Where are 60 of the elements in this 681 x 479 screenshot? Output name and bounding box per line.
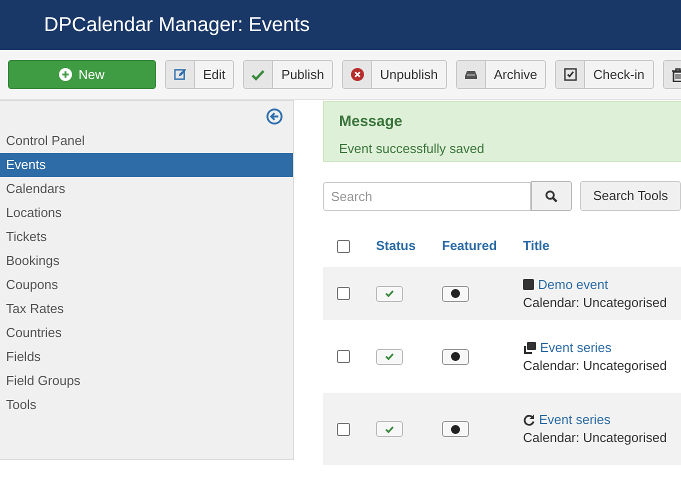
sidebar-item[interactable]: Tax Rates	[0, 297, 293, 321]
sidebar-item[interactable]: Coupons	[0, 273, 293, 297]
sidebar-item[interactable]: Calendars	[0, 177, 293, 201]
plus-circle-icon	[59, 68, 72, 81]
sidebar-item[interactable]: Locations	[0, 201, 293, 225]
event-title-link[interactable]: Event series	[540, 338, 612, 356]
unpublish-button[interactable]: Unpublish	[342, 60, 447, 89]
column-header[interactable]: Title	[523, 238, 550, 253]
featured-toggle[interactable]	[442, 421, 469, 437]
sidebar-item[interactable]: Tools	[0, 393, 293, 417]
new-button[interactable]: New	[8, 60, 156, 89]
dot-icon	[451, 352, 460, 361]
search-button[interactable]	[530, 181, 572, 211]
check-in-button[interactable]: Check-in	[555, 60, 654, 89]
edit-icon	[174, 68, 186, 81]
published-toggle[interactable]	[376, 348, 403, 364]
row-checkbox[interactable]	[337, 287, 350, 300]
row-checkbox[interactable]	[337, 422, 350, 436]
search-tools-button[interactable]: Search Tools	[580, 181, 681, 211]
published-toggle[interactable]	[376, 421, 403, 437]
column-header[interactable]: Featured	[442, 238, 497, 253]
dot-icon	[451, 289, 460, 298]
tray-icon	[464, 70, 478, 80]
checkbox-icon	[564, 68, 577, 81]
sidebar-item[interactable]: Field Groups	[0, 369, 293, 393]
featured-toggle[interactable]	[442, 286, 469, 302]
published-toggle[interactable]	[376, 286, 403, 302]
publish-button[interactable]: Publish	[243, 60, 334, 89]
message-heading: Message	[339, 112, 404, 132]
page-title: DPCalendar Manager: Events	[44, 13, 310, 38]
check-icon	[385, 353, 394, 360]
sidebar-item[interactable]: Fields	[0, 345, 293, 369]
stacked-squares-icon	[523, 342, 536, 354]
calendar-label: Calendar: Uncategorised	[523, 294, 667, 312]
select-all-checkbox[interactable]	[337, 240, 350, 252]
sidebar-item[interactable]: Control Panel	[0, 129, 293, 153]
event-title-link[interactable]: Event series	[539, 411, 611, 429]
message-text: Event successfully saved	[339, 140, 486, 158]
search-field[interactable]: Search	[323, 182, 531, 210]
featured-toggle[interactable]	[442, 348, 469, 364]
check-icon	[385, 426, 394, 432]
archive-button[interactable]: Archive	[456, 60, 546, 89]
search-icon	[544, 190, 558, 202]
dot-icon	[451, 424, 460, 434]
row-checkbox[interactable]	[337, 350, 350, 363]
edit-button[interactable]: Edit	[165, 60, 234, 89]
trash-icon	[672, 68, 681, 82]
refresh-icon	[523, 414, 535, 426]
calendar-label: Calendar: Uncategorised	[523, 429, 667, 447]
column-header[interactable]: Status	[376, 238, 416, 253]
sidebar-item[interactable]: Bookings	[0, 249, 293, 273]
square-icon	[523, 279, 534, 290]
calendar-label: Calendar: Uncategorised	[523, 356, 667, 374]
event-title-link[interactable]: Demo event	[538, 276, 608, 294]
close-circle-icon	[350, 68, 364, 81]
check-icon	[385, 290, 394, 297]
check-icon	[251, 68, 266, 80]
sidebar-item[interactable]: Events	[0, 153, 293, 177]
sidebar-item[interactable]: Countries	[0, 321, 293, 345]
sidebar-item[interactable]: Tickets	[0, 225, 293, 249]
